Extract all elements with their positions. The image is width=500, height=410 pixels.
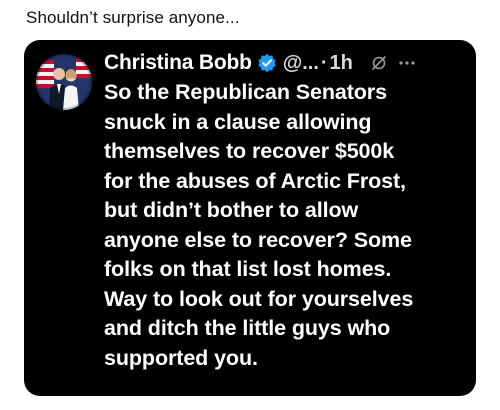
grok-icon[interactable] — [371, 55, 387, 71]
tweet-body-text: So the Republican Senators snuck in a cl… — [104, 80, 414, 370]
post-caption: Shouldn’t surprise anyone... — [26, 8, 240, 27]
post-time[interactable]: 1h — [330, 52, 353, 75]
header-separator: · — [320, 51, 328, 74]
user-handle[interactable]: @... — [283, 52, 319, 75]
verified-badge-icon — [257, 53, 277, 73]
avatar-photo — [36, 54, 92, 110]
tweet-screenshot-card[interactable]: Christina Bobb @... · 1h So the Republic… — [24, 40, 476, 396]
display-name[interactable]: Christina Bobb — [104, 51, 252, 75]
tweet-header: Christina Bobb @... · 1h — [104, 48, 464, 78]
more-options-icon[interactable] — [397, 53, 417, 73]
avatar[interactable] — [36, 54, 92, 110]
